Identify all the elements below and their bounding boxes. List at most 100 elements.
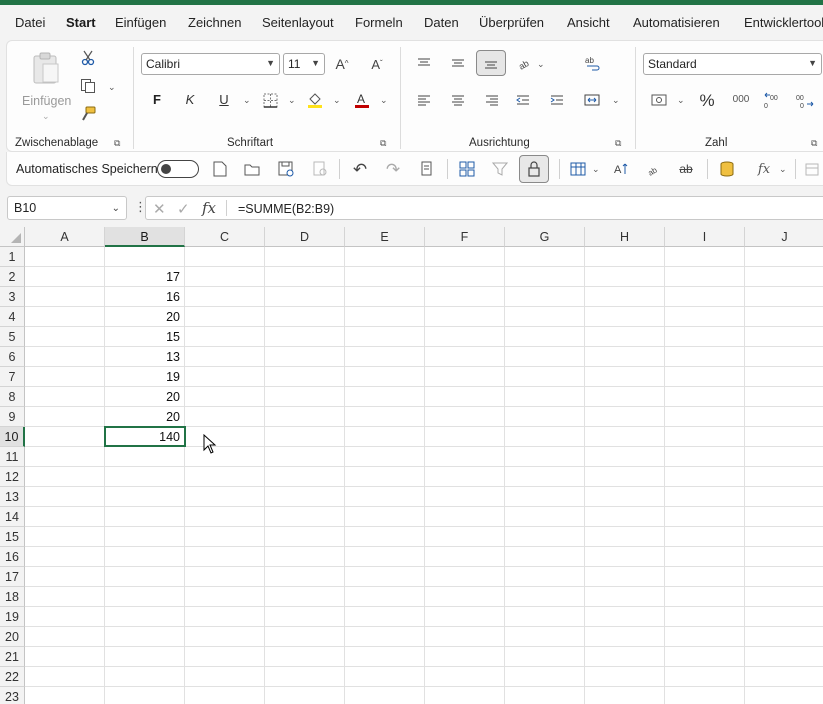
column-header-c[interactable]: C (185, 227, 265, 247)
percent-button[interactable]: % (697, 90, 717, 110)
tab-daten[interactable]: Daten (424, 15, 459, 30)
column-header-i[interactable]: I (665, 227, 745, 247)
orientation-icon[interactable]: ab (516, 54, 536, 72)
cell-b4[interactable]: 20 (105, 307, 183, 327)
row-header-5[interactable]: 5 (0, 327, 25, 347)
redo-icon[interactable]: ↷ (384, 160, 402, 178)
copy-icon[interactable] (79, 77, 97, 95)
name-box[interactable]: B10 ⌄ (7, 196, 127, 220)
font-name-select[interactable]: Calibri ▼ (141, 53, 280, 75)
merge-center-icon[interactable] (582, 91, 602, 109)
font-launcher-icon[interactable]: ⧉ (380, 138, 390, 148)
cell-b9[interactable]: 20 (105, 407, 183, 427)
borders-dropdown-icon[interactable]: ⌄ (288, 95, 296, 106)
column-header-b[interactable]: B (105, 227, 185, 247)
increase-indent-icon[interactable] (548, 91, 566, 109)
decrease-indent-icon[interactable] (514, 91, 532, 109)
row-header-16[interactable]: 16 (0, 547, 25, 567)
number-format-select[interactable]: Standard ▼ (643, 53, 822, 75)
save-as-icon[interactable] (277, 160, 295, 178)
underline-dropdown-icon[interactable]: ⌄ (243, 95, 251, 106)
align-center-icon[interactable] (449, 91, 467, 109)
decrease-decimal-icon[interactable]: 00 0 (794, 90, 816, 110)
table-dropdown-icon[interactable]: ⌄ (592, 164, 600, 175)
row-header-17[interactable]: 17 (0, 567, 25, 587)
strikethrough-icon[interactable]: ab (677, 160, 695, 178)
font-color-icon[interactable]: A (352, 90, 372, 110)
paste-dropdown-icon[interactable]: ⌄ (42, 111, 50, 122)
wrap-text-icon[interactable]: ab (583, 54, 603, 74)
font-color-dropdown-icon[interactable]: ⌄ (380, 95, 388, 106)
insert-function-icon[interactable]: fx (202, 199, 216, 217)
filter-icon[interactable] (491, 160, 509, 178)
tab-ueberpruefen[interactable]: Überprüfen (479, 15, 544, 30)
row-header-21[interactable]: 21 (0, 647, 25, 667)
tab-datei[interactable]: Datei (15, 15, 45, 30)
column-header-f[interactable]: F (425, 227, 505, 247)
column-header-j[interactable]: J (745, 227, 823, 247)
insert-function-icon[interactable]: fx (753, 160, 775, 178)
table-icon[interactable] (569, 160, 587, 178)
column-header-d[interactable]: D (265, 227, 345, 247)
row-header-10[interactable]: 10 (0, 427, 25, 447)
row-header-4[interactable]: 4 (0, 307, 25, 327)
row-header-14[interactable]: 14 (0, 507, 25, 527)
column-header-a[interactable]: A (25, 227, 105, 247)
underline-button[interactable]: U (216, 90, 232, 108)
undo-icon[interactable]: ↶ (351, 160, 369, 178)
tab-seitenlayout[interactable]: Seitenlayout (262, 15, 334, 30)
row-header-23[interactable]: 23 (0, 687, 25, 704)
cut-icon[interactable] (79, 49, 97, 67)
align-bottom-button[interactable] (476, 50, 506, 76)
tab-automatisieren[interactable]: Automatisieren (633, 15, 720, 30)
print-icon[interactable] (418, 160, 436, 178)
new-file-icon[interactable] (211, 160, 229, 178)
accounting-dropdown-icon[interactable]: ⌄ (677, 95, 685, 106)
paste-icon[interactable] (29, 49, 63, 87)
row-header-2[interactable]: 2 (0, 267, 25, 287)
row-header-22[interactable]: 22 (0, 667, 25, 687)
row-header-18[interactable]: 18 (0, 587, 25, 607)
row-header-15[interactable]: 15 (0, 527, 25, 547)
tab-entwicklertools[interactable]: Entwicklertools (744, 15, 823, 30)
italic-button[interactable]: K (182, 90, 198, 108)
clipboard-launcher-icon[interactable]: ⧉ (114, 138, 124, 148)
align-right-icon[interactable] (483, 91, 501, 109)
merge-dropdown-icon[interactable]: ⌄ (612, 95, 620, 106)
cell-b8[interactable]: 20 (105, 387, 183, 407)
text-direction-icon[interactable]: ab (645, 160, 663, 178)
row-header-8[interactable]: 8 (0, 387, 25, 407)
cancel-entry-icon[interactable]: ✕ (153, 200, 166, 218)
tab-ansicht[interactable]: Ansicht (567, 15, 610, 30)
orientation-dropdown-icon[interactable]: ⌄ (537, 59, 545, 70)
column-header-e[interactable]: E (345, 227, 425, 247)
row-header-19[interactable]: 19 (0, 607, 25, 627)
cell-b5[interactable]: 15 (105, 327, 183, 347)
alignment-launcher-icon[interactable]: ⧉ (615, 138, 625, 148)
row-header-6[interactable]: 6 (0, 347, 25, 367)
tab-einfuegen[interactable]: Einfügen (115, 15, 166, 30)
align-left-icon[interactable] (415, 91, 433, 109)
align-top-icon[interactable] (415, 54, 433, 72)
fill-color-icon[interactable] (305, 90, 325, 110)
tab-start[interactable]: Start (66, 15, 96, 30)
thousands-separator-button[interactable]: 000 (729, 91, 753, 109)
sort-icon[interactable]: A (612, 160, 630, 178)
column-header-g[interactable]: G (505, 227, 585, 247)
row-header-9[interactable]: 9 (0, 407, 25, 427)
fill-color-dropdown-icon[interactable]: ⌄ (333, 95, 341, 106)
protect-button[interactable] (519, 155, 549, 183)
row-header-20[interactable]: 20 (0, 627, 25, 647)
select-all-corner[interactable] (0, 227, 25, 247)
tab-zeichnen[interactable]: Zeichnen (188, 15, 241, 30)
database-icon[interactable] (718, 160, 736, 178)
confirm-entry-icon[interactable]: ✓ (177, 200, 190, 218)
formula-input[interactable]: =SUMME(B2:B9) (238, 202, 334, 216)
cell-b2[interactable]: 17 (105, 267, 183, 287)
row-header-7[interactable]: 7 (0, 367, 25, 387)
grow-font-icon[interactable]: A ^ (332, 54, 352, 74)
format-painter-icon[interactable] (79, 105, 97, 123)
autosave-toggle[interactable] (157, 160, 199, 178)
cell-b7[interactable]: 19 (105, 367, 183, 387)
bold-button[interactable]: F (149, 90, 165, 108)
